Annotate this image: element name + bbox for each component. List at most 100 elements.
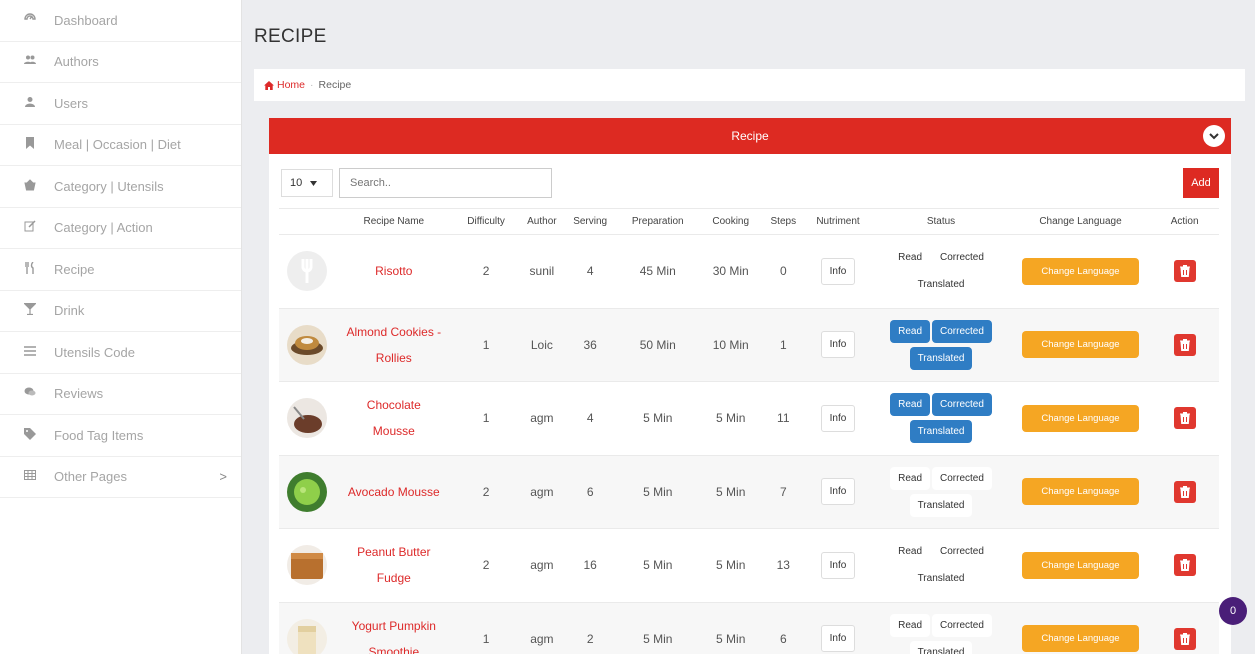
status-corrected-toggle[interactable]: Corrected xyxy=(932,613,992,637)
sidebar-item-dashboard[interactable]: Dashboard xyxy=(0,0,241,42)
status-translated-toggle[interactable]: Translated xyxy=(909,346,973,370)
change-language-cell: Change Language xyxy=(1010,528,1151,603)
status-read-toggle[interactable]: Read xyxy=(890,393,930,417)
recipe-thumbnail[interactable] xyxy=(286,397,328,439)
delete-button[interactable] xyxy=(1173,627,1196,650)
collapse-button[interactable] xyxy=(1203,125,1225,147)
sidebar-item-other-pages[interactable]: Other Pages > xyxy=(0,457,241,498)
action-cell xyxy=(1150,528,1219,603)
table-row: Avocado Mousse 2 agm 6 5 Min 5 Min 7 Info Read Co… xyxy=(279,455,1219,529)
change-language-button[interactable]: Change Language xyxy=(1021,404,1139,432)
recipe-name-link[interactable]: Yogurt Pumpkin Smoothie xyxy=(335,613,453,654)
sidebar-item-recipe[interactable]: Recipe xyxy=(0,249,241,291)
status-read-toggle[interactable]: Read xyxy=(890,540,930,564)
status-translated-toggle[interactable]: Translated xyxy=(909,493,973,517)
status-corrected-toggle[interactable]: Corrected xyxy=(932,466,992,490)
delete-button[interactable] xyxy=(1173,554,1196,577)
column-header xyxy=(279,208,335,235)
status-translated-toggle[interactable]: Translated xyxy=(909,640,973,654)
serving-cell: 2 xyxy=(564,602,616,654)
steps-cell: 13 xyxy=(761,528,805,603)
nutriment-cell: Info xyxy=(804,234,872,309)
sidebar-item-drink[interactable]: Drink xyxy=(0,291,241,332)
recipe-thumbnail[interactable] xyxy=(286,324,328,366)
page-size-select[interactable]: 10 xyxy=(281,169,333,197)
change-language-button[interactable]: Change Language xyxy=(1021,478,1139,506)
preparation-cell: 5 Min xyxy=(615,381,700,456)
sidebar-item-users[interactable]: Users xyxy=(0,83,241,125)
sidebar-item-reviews[interactable]: Reviews xyxy=(0,374,241,415)
sidebar-item-utensils-code[interactable]: Utensils Code xyxy=(0,332,241,374)
table-icon xyxy=(22,469,38,484)
status-cell: Read Corrected Translated xyxy=(871,234,1011,309)
status-cell: Read Corrected Translated xyxy=(871,528,1011,603)
recipe-name-link[interactable]: Almond Cookies - Rollies xyxy=(335,319,453,371)
sidebar-item-label: Reviews xyxy=(54,386,104,402)
trash-icon xyxy=(1179,559,1190,572)
status-corrected-toggle[interactable]: Corrected xyxy=(932,540,992,564)
recipe-thumbnail[interactable] xyxy=(286,250,328,292)
recipe-thumbnail[interactable] xyxy=(286,544,328,586)
status-corrected-toggle[interactable]: Corrected xyxy=(932,319,992,343)
sidebar-item-authors[interactable]: Authors xyxy=(0,42,241,83)
recipe-name-line: Almond Cookies - xyxy=(346,324,442,339)
preparation-cell: 5 Min xyxy=(615,528,700,603)
recipe-name-link[interactable]: Peanut Butter Fudge xyxy=(335,539,453,591)
status-translated-toggle[interactable]: Translated xyxy=(909,273,973,297)
serving-cell: 4 xyxy=(564,234,616,309)
sidebar-item-label: Category | Action xyxy=(54,220,153,236)
status-translated-toggle[interactable]: Translated xyxy=(909,420,973,444)
nutriment-info-button[interactable]: Info xyxy=(820,625,856,653)
nutriment-info-button[interactable]: Info xyxy=(820,257,856,285)
delete-button[interactable] xyxy=(1173,480,1196,503)
change-language-button[interactable]: Change Language xyxy=(1021,625,1139,653)
action-cell xyxy=(1150,455,1219,529)
author-cell: agm xyxy=(519,528,565,603)
recipe-name-link[interactable]: Chocolate Mousse xyxy=(335,392,453,444)
change-language-button[interactable]: Change Language xyxy=(1021,257,1139,285)
sidebar-item-label: Other Pages xyxy=(54,469,127,485)
recipe-name-link[interactable]: Avocado Mousse xyxy=(335,479,453,505)
notification-badge[interactable]: 0 xyxy=(1219,597,1247,625)
edit-icon xyxy=(22,220,38,235)
recipe-thumbnail[interactable] xyxy=(286,471,328,513)
sidebar-item-meal-occasion-diet[interactable]: Meal | Occasion | Diet xyxy=(0,125,241,166)
recipe-name-link[interactable]: Risotto xyxy=(335,258,453,284)
delete-button[interactable] xyxy=(1173,333,1196,356)
add-button[interactable]: Add xyxy=(1183,168,1219,198)
delete-button[interactable] xyxy=(1173,260,1196,283)
recipe-thumbnail[interactable] xyxy=(286,618,328,654)
status-row: Read Corrected xyxy=(890,319,992,343)
sidebar-item-food-tag-items[interactable]: Food Tag Items xyxy=(0,415,241,457)
serving-cell: 36 xyxy=(564,308,616,382)
recipe-name-line: Fudge xyxy=(376,571,411,586)
change-language-button[interactable]: Change Language xyxy=(1021,331,1139,359)
recipe-name-line: Smoothie xyxy=(368,644,420,654)
delete-button[interactable] xyxy=(1173,407,1196,430)
nutriment-info-button[interactable]: Info xyxy=(820,551,856,579)
status-row: Read Corrected xyxy=(890,393,992,417)
page-title: RECIPE xyxy=(254,26,327,47)
nutriment-info-button[interactable]: Info xyxy=(820,331,856,359)
preparation-cell: 5 Min xyxy=(615,455,700,529)
status-cell: Read Corrected Translated xyxy=(871,602,1011,654)
sidebar-item-category-utensils[interactable]: Category | Utensils xyxy=(0,166,241,208)
search-input[interactable] xyxy=(339,168,552,198)
nutriment-info-button[interactable]: Info xyxy=(820,404,856,432)
nutriment-info-button[interactable]: Info xyxy=(820,478,856,506)
recipe-name-cell: Almond Cookies - Rollies xyxy=(334,308,453,382)
status-translated-toggle[interactable]: Translated xyxy=(909,567,973,591)
status-read-toggle[interactable]: Read xyxy=(890,466,930,490)
change-language-cell: Change Language xyxy=(1010,381,1151,456)
status-read-toggle[interactable]: Read xyxy=(890,319,930,343)
breadcrumb-home[interactable]: Home xyxy=(264,79,305,91)
status-group: Read Corrected Translated xyxy=(871,613,1010,654)
status-read-toggle[interactable]: Read xyxy=(890,246,930,270)
status-corrected-toggle[interactable]: Corrected xyxy=(932,393,992,417)
status-corrected-toggle[interactable]: Corrected xyxy=(932,246,992,270)
sidebar-item-label: Food Tag Items xyxy=(54,427,144,443)
change-language-button[interactable]: Change Language xyxy=(1021,551,1139,579)
main-content: RECIPE Home · Recipe Recipe 10 Add Recip… xyxy=(242,0,1255,654)
sidebar-item-category-action[interactable]: Category | Action xyxy=(0,208,241,249)
status-read-toggle[interactable]: Read xyxy=(890,613,930,637)
